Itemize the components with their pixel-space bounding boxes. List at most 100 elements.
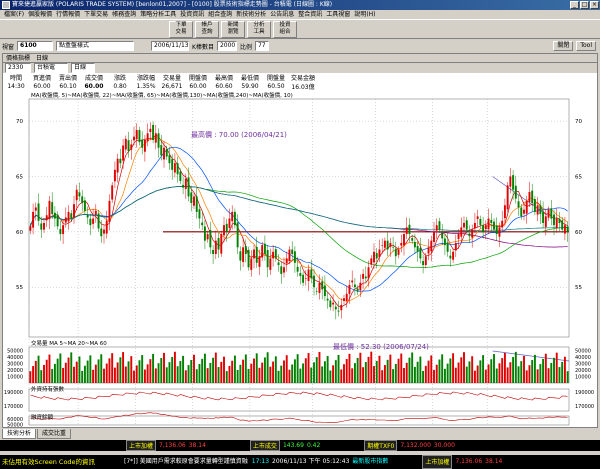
ticker-item[interactable]: 上市加權 7,136.06 38.14: [422, 455, 502, 469]
indicator-tab[interactable]: 價格指標: [6, 54, 30, 62]
count-input[interactable]: 2000: [216, 41, 237, 51]
menu-file[interactable]: 檔案(F): [2, 10, 26, 19]
price-tick-label: 60: [575, 230, 582, 236]
menu-info[interactable]: 投資資訊: [178, 10, 206, 19]
minimize-button[interactable]: _: [570, 1, 579, 9]
volume-bar: [427, 360, 430, 383]
candle-body: [509, 176, 512, 187]
low-annotation: 最低價 : 52.30 (2006/07/24): [333, 342, 429, 351]
volume-bar: [231, 360, 234, 383]
symbol-input[interactable]: 2330: [5, 63, 31, 73]
period-select[interactable]: 日線: [71, 63, 95, 73]
volume-bar: [83, 365, 86, 383]
news-item[interactable]: [7*]] 美國用戶需求較原會要求量轉型謹慎資融: [124, 455, 248, 469]
volume-bar: [75, 361, 78, 383]
volume-bar: [108, 358, 111, 383]
candle-body: [476, 216, 479, 219]
candle-body: [127, 140, 130, 152]
menu-strategy[interactable]: 策略分析工具: [138, 10, 178, 19]
tool-button[interactable]: Tool: [576, 41, 596, 51]
quote-header: 最低價: [240, 75, 259, 82]
ticker-item[interactable]: 上市成交 143.69 0.42: [249, 440, 320, 451]
maximize-button[interactable]: □: [580, 1, 589, 9]
candle-body: [233, 211, 236, 226]
candle-body: [116, 158, 119, 173]
volume-bar: [441, 354, 444, 383]
stock-chart[interactable]: 2006/34567891011707065656060555550000500…: [3, 91, 597, 427]
menu-portfolio[interactable]: 組合查詢: [206, 10, 234, 19]
volume-bar: [258, 367, 261, 383]
menu-notice[interactable]: 公告訊息: [268, 10, 296, 19]
candle-body: [94, 210, 97, 215]
quote-open: 60.00: [189, 83, 207, 90]
volume-bar: [81, 370, 84, 383]
app-window: 寶來捷進贏家版 (POLARIS TRADE SYSTEM) [benlon01…: [0, 0, 600, 469]
volume-bar: [323, 361, 326, 383]
volume-bar: [457, 362, 460, 383]
volume-bar: [304, 358, 307, 383]
price-tick-label: 70: [575, 119, 582, 125]
candle-body: [242, 247, 245, 262]
candle-body: [318, 282, 321, 293]
period-input[interactable]: 77: [254, 41, 269, 51]
volume-bar: [190, 359, 193, 383]
volume-bar: [152, 353, 155, 383]
title-bar: 寶來捷進贏家版 (POLARIS TRADE SYSTEM) [benlon01…: [0, 0, 600, 10]
period-tab[interactable]: 日線: [36, 54, 48, 62]
news-button[interactable]: 新聞 瀏覽: [221, 20, 245, 38]
account-button[interactable]: 帳戶 查詢: [195, 20, 219, 38]
menu-account[interactable]: 帳務查詢: [110, 10, 138, 19]
menu-market[interactable]: 行情報價: [54, 10, 82, 19]
volume-bar: [113, 367, 116, 383]
volume-bar: [64, 362, 67, 383]
price-tick-label: 65: [16, 174, 23, 180]
date-input[interactable]: 2006/11/13: [151, 41, 190, 51]
candle-body: [111, 185, 114, 200]
candle-body: [381, 245, 384, 246]
menu-help[interactable]: 說明(H): [352, 10, 377, 19]
volume-bar: [460, 357, 463, 383]
candle-body: [460, 227, 463, 237]
volume-bar: [321, 366, 324, 383]
portfolio-button[interactable]: 投資 組合: [273, 20, 297, 38]
volume-bar: [124, 366, 127, 383]
ticker-item[interactable]: 期權TXF0 7,132.000 30.000: [364, 440, 455, 451]
candle-body: [373, 251, 375, 263]
candle-body: [40, 223, 43, 230]
close-button[interactable]: ×: [590, 1, 599, 9]
style-dropdown[interactable]: 點盒盤樣式: [56, 41, 135, 51]
analysis-button[interactable]: 分析 工具: [247, 20, 271, 38]
candle-body: [258, 256, 261, 267]
candle-body: [56, 214, 59, 227]
candle-body: [253, 249, 255, 259]
tab-weighting[interactable]: 成交比重: [37, 429, 72, 439]
candle-body: [413, 242, 416, 248]
menu-tools[interactable]: 工具視窗: [324, 10, 352, 19]
candle-body: [231, 211, 234, 222]
volume-bar: [356, 357, 359, 383]
menu-order[interactable]: 下單交易: [82, 10, 110, 19]
candle-body: [143, 139, 146, 152]
volume-bar: [277, 370, 280, 383]
candle-body: [176, 163, 179, 175]
ticker-item[interactable]: 上市加權 7,136.06 38.14: [126, 440, 206, 451]
candlesticks: [29, 121, 569, 320]
volume-tick-label: 20000: [7, 368, 23, 374]
order-button[interactable]: 下單 交易: [169, 20, 193, 38]
menu-technical[interactable]: 新技術分析: [234, 10, 268, 19]
candle-body: [422, 261, 425, 266]
candle-body: [261, 245, 264, 258]
close-chart-button[interactable]: 關閉: [553, 41, 574, 51]
volume-bar: [394, 363, 397, 383]
panel-frame: [28, 415, 570, 426]
candle-body: [217, 238, 220, 250]
volume-bar: [171, 356, 174, 383]
candle-body: [403, 234, 405, 246]
tab-technical[interactable]: 技術分析: [2, 429, 37, 439]
price-tick-label: 55: [575, 285, 582, 291]
menu-quotes[interactable]: 個股報價: [26, 10, 54, 19]
candle-body: [441, 232, 444, 239]
candle-body: [345, 293, 348, 301]
view-input[interactable]: 6100: [17, 41, 54, 51]
menu-integrated[interactable]: 整合資訊: [296, 10, 324, 19]
